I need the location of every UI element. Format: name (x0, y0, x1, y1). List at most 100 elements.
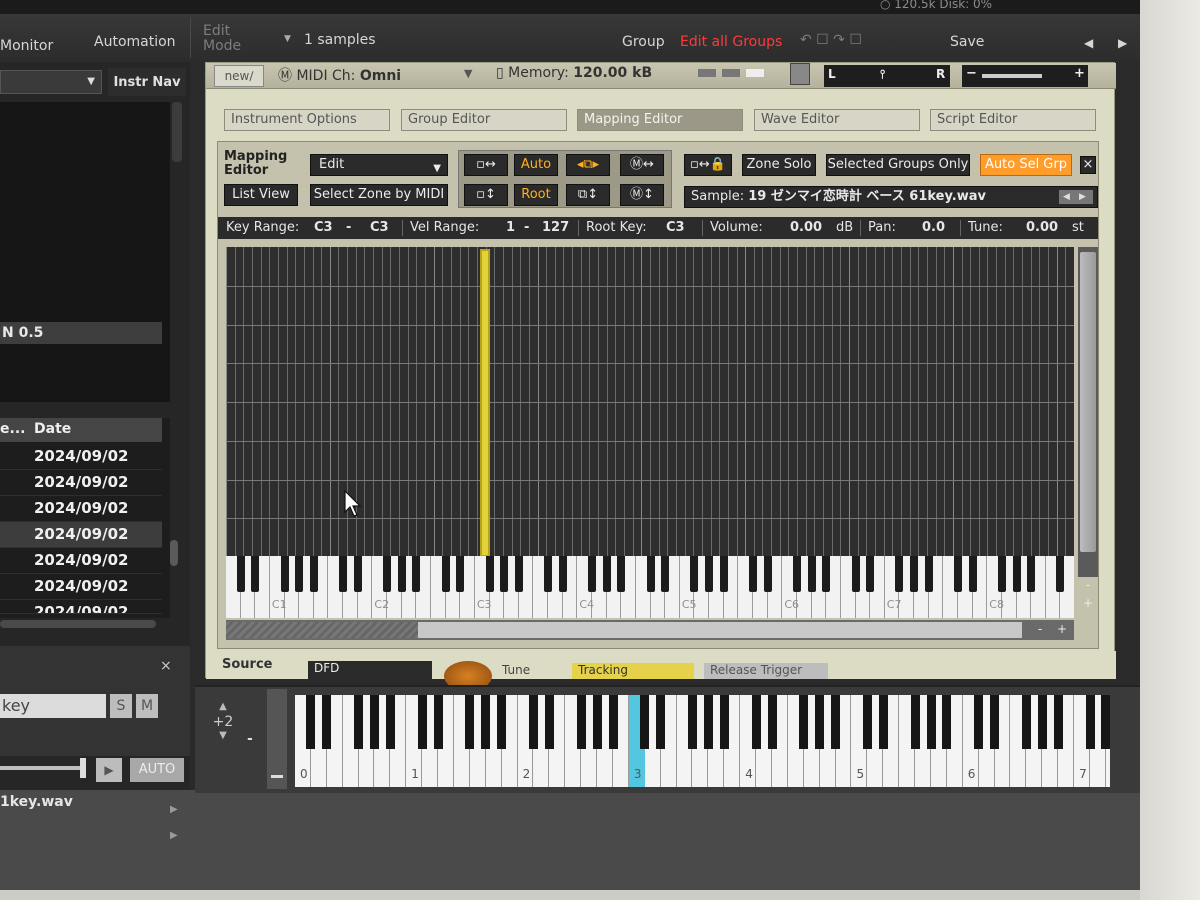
black-key[interactable] (295, 556, 304, 592)
black-key[interactable] (397, 556, 406, 592)
black-key[interactable] (763, 556, 772, 592)
browser-selected-row[interactable]: N 0.5 (0, 322, 162, 344)
black-key[interactable] (703, 695, 713, 749)
black-key[interactable] (646, 556, 655, 592)
virtual-keyboard[interactable]: 0 1 2 3 4 5 6 7 (295, 695, 1110, 787)
pan-control[interactable]: L ⫯ R (824, 65, 950, 87)
black-key[interactable] (602, 556, 611, 592)
mod-wheel[interactable] (267, 689, 287, 789)
black-key[interactable] (895, 556, 904, 592)
zoom-out-icon[interactable]: - (1080, 578, 1096, 592)
black-key[interactable] (441, 556, 450, 592)
zoom-out-icon[interactable]: - (1030, 622, 1050, 638)
black-key[interactable] (280, 556, 289, 592)
black-key[interactable] (751, 695, 761, 749)
black-key[interactable] (640, 695, 650, 749)
volume-slider-handle[interactable] (80, 758, 86, 778)
zoom-in-icon[interactable]: + (1052, 622, 1072, 638)
volume-control[interactable]: − + (962, 65, 1088, 87)
black-key[interactable] (456, 556, 465, 592)
octave-up-icon[interactable]: ▲ (205, 701, 241, 712)
instrument-name-tab[interactable]: new∕ (214, 65, 264, 87)
tuner-icon[interactable] (790, 63, 810, 85)
root-key-value[interactable]: C3 (666, 217, 685, 239)
mute-button[interactable]: M (136, 694, 158, 718)
table-row[interactable]: 2024/09/02 (0, 548, 162, 574)
zone-key-stretch-icon[interactable]: ▫↔ (464, 154, 508, 176)
black-key[interactable] (1056, 556, 1065, 592)
table-row-selected[interactable]: 2024/09/02 (0, 522, 162, 548)
expand-arrow-icon[interactable]: ▶ (170, 830, 178, 841)
black-key[interactable] (608, 695, 618, 749)
black-key[interactable] (309, 556, 318, 592)
black-key[interactable] (866, 556, 875, 592)
black-key[interactable] (370, 695, 379, 749)
black-key[interactable] (878, 695, 888, 749)
black-key[interactable] (997, 556, 1006, 592)
table-row[interactable]: 2024/09/02 (0, 470, 162, 496)
list-view-button[interactable]: List View (224, 184, 298, 206)
undo-redo-icons[interactable]: ↶ ☐ ↷ ☐ (800, 32, 862, 48)
midi-vel-stretch-icon[interactable]: Ⓜ↕ (620, 184, 664, 206)
mapped-zone[interactable] (480, 249, 490, 557)
table-row[interactable]: 2024/09/02 (0, 444, 162, 470)
table-vscrollbar[interactable] (170, 540, 178, 566)
black-key[interactable] (851, 556, 860, 592)
zone-solo-button[interactable]: Zone Solo (742, 154, 816, 176)
key-range-high[interactable]: C3 (370, 217, 389, 239)
black-key[interactable] (807, 556, 816, 592)
root-button[interactable]: Root (514, 184, 558, 206)
black-key[interactable] (1037, 695, 1047, 749)
chevron-down-icon[interactable]: ▼ (464, 67, 472, 80)
black-key[interactable] (385, 695, 395, 749)
black-key[interactable] (799, 695, 809, 749)
black-key[interactable] (822, 556, 831, 592)
black-key[interactable] (417, 695, 427, 749)
black-key[interactable] (1085, 695, 1095, 749)
prev-arrow-icon[interactable]: ◀ (1084, 36, 1093, 50)
black-key[interactable] (792, 556, 801, 592)
black-key[interactable] (688, 695, 697, 749)
black-key[interactable] (322, 695, 332, 749)
release-trigger-button[interactable]: Release Trigger (704, 663, 828, 679)
black-key[interactable] (1027, 556, 1036, 592)
table-row[interactable]: 2024/09/02 (0, 496, 162, 522)
midi-key-stretch-icon[interactable]: Ⓜ↔ (620, 154, 664, 176)
pitch-minus-icon[interactable]: - (247, 731, 253, 747)
black-key[interactable] (592, 695, 602, 749)
black-key[interactable] (656, 695, 666, 749)
black-key[interactable] (831, 695, 841, 749)
black-key[interactable] (588, 556, 596, 592)
black-key[interactable] (433, 695, 443, 749)
black-key[interactable] (719, 695, 729, 749)
key-range-low[interactable]: C3 (314, 217, 333, 239)
selected-groups-only-button[interactable]: Selected Groups Only (826, 154, 970, 176)
monitor-tab[interactable]: Monitor (0, 38, 53, 54)
black-key[interactable] (910, 695, 920, 749)
close-icon[interactable]: × (1080, 156, 1096, 174)
auto-button[interactable]: AUTO (130, 758, 184, 782)
black-key[interactable] (251, 556, 260, 592)
tune-value[interactable]: 0.00 (1026, 217, 1058, 239)
black-key[interactable] (497, 695, 507, 749)
black-key[interactable] (974, 695, 984, 749)
vel-range-low[interactable]: 1 (506, 217, 515, 239)
black-key[interactable] (514, 556, 523, 592)
automation-tab[interactable]: Automation (94, 34, 176, 50)
tracking-button[interactable]: Tracking (572, 663, 694, 679)
prev-arrow-icon[interactable]: ◀ (1063, 187, 1070, 207)
zone-vel-stretch-icon[interactable]: ▫↕ (464, 184, 508, 206)
mapping-piano[interactable]: C1 C2 C3 C4 C5 C6 C7 C8 (226, 556, 1074, 618)
black-key[interactable] (690, 556, 699, 592)
volume-slider-track[interactable] (0, 766, 84, 770)
black-key[interactable] (529, 695, 538, 749)
black-key[interactable] (500, 556, 509, 592)
black-key[interactable] (954, 556, 962, 592)
play-icon[interactable]: ▶ (96, 758, 122, 782)
hscroll-thumb[interactable] (418, 622, 1022, 638)
black-key[interactable] (576, 695, 586, 749)
table-hscrollbar[interactable] (0, 620, 156, 628)
black-key[interactable] (924, 556, 933, 592)
black-key[interactable] (544, 695, 554, 749)
solo-button[interactable]: S (110, 694, 132, 718)
